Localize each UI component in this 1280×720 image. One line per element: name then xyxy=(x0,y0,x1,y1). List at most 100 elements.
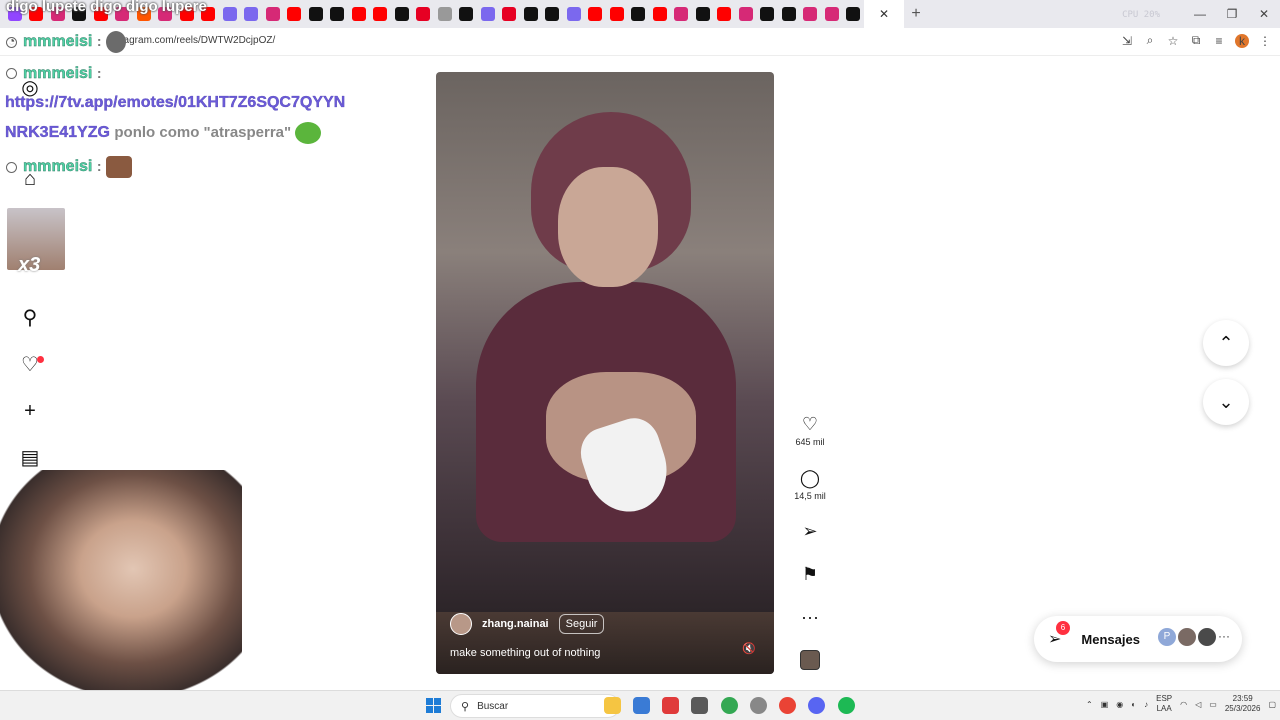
app-icon[interactable] xyxy=(633,697,650,714)
edit-icon[interactable] xyxy=(566,7,581,21)
more-dots-icon[interactable]: ··· xyxy=(790,606,830,628)
tiktok-icon[interactable] xyxy=(846,7,860,21)
youtube-icon[interactable] xyxy=(717,7,731,21)
battery-icon[interactable]: ▭ xyxy=(1209,700,1217,709)
avatar: P xyxy=(1158,628,1176,646)
close-window-icon[interactable]: ✕ xyxy=(1248,7,1280,21)
dashboard-icon[interactable]: ▤ xyxy=(19,447,41,469)
app-icon[interactable] xyxy=(750,697,767,714)
generic-icon[interactable] xyxy=(437,7,452,21)
chat-link[interactable]: NRK3E41YZG xyxy=(5,124,110,141)
previous-reel-button[interactable]: ⌃ xyxy=(1203,320,1249,366)
tiktok-icon[interactable] xyxy=(781,7,796,21)
youtube-icon[interactable] xyxy=(351,7,366,21)
chat-message: NRK3E41YZG ponlo como "atrasperra" xyxy=(5,122,322,144)
taskbar-search[interactable]: ⚲ Buscar xyxy=(450,694,620,718)
messages-send-icon: ➢ 6 xyxy=(1048,621,1070,649)
comment-icon[interactable]: ◯ xyxy=(790,467,830,489)
chrome-icon[interactable] xyxy=(721,697,738,714)
tray-app-icon[interactable]: ◐ xyxy=(1131,700,1136,709)
install-app-icon[interactable]: ⇲ xyxy=(1120,34,1134,48)
youtube-icon[interactable] xyxy=(588,7,602,21)
chat-link[interactable]: https://7tv.app/emotes/01KHT7Z6SQC7QYYN xyxy=(5,94,346,111)
like-action[interactable]: ♡ 645 mil xyxy=(790,413,830,447)
microphone-icon[interactable]: ♪ xyxy=(1144,700,1148,709)
create-plus-icon[interactable]: + xyxy=(19,400,41,422)
follow-button[interactable]: Seguir xyxy=(558,614,605,634)
tiktok-icon[interactable] xyxy=(308,7,323,21)
messages-badge: 6 xyxy=(1056,621,1070,635)
share-action[interactable]: ➢ xyxy=(790,520,830,542)
chrome-icon[interactable] xyxy=(779,697,796,714)
mute-icon[interactable]: 🔇 xyxy=(741,642,757,658)
tray-app-icon[interactable]: ◉ xyxy=(1116,700,1123,709)
instagram-icon[interactable] xyxy=(738,7,753,21)
send-icon[interactable]: ➢ xyxy=(790,520,830,542)
new-tab-button[interactable]: + xyxy=(904,5,928,23)
messages-button[interactable]: ➢ 6 Mensajes P ··· xyxy=(1034,616,1242,662)
tray-chevron-icon[interactable]: ⌃ xyxy=(1086,700,1093,709)
reel-caption: make something out of nothing xyxy=(450,647,601,659)
author-avatar[interactable] xyxy=(450,613,472,635)
tiktok-icon[interactable] xyxy=(523,7,538,21)
zoom-icon[interactable]: ⌕ xyxy=(1143,33,1157,48)
close-tab-icon[interactable]: ✕ xyxy=(879,7,889,21)
url-field[interactable]: instagram.com/reels/DWTW2DcjpOZ/ xyxy=(108,35,275,46)
file-explorer-icon[interactable] xyxy=(604,697,621,714)
restore-icon[interactable]: ❐ xyxy=(1216,7,1248,21)
system-overlay: CPU 20% xyxy=(1122,10,1160,20)
tiktok-icon[interactable] xyxy=(695,7,710,21)
tiktok-icon[interactable] xyxy=(760,7,774,21)
heart-icon[interactable]: ♡ xyxy=(790,413,830,435)
save-action[interactable]: ⚑ xyxy=(790,563,830,585)
avatar xyxy=(1178,628,1196,646)
instagram-icon[interactable] xyxy=(824,7,839,21)
audio-thumbnail[interactable] xyxy=(800,650,820,670)
tiktok-icon[interactable] xyxy=(330,7,344,21)
edit-icon[interactable] xyxy=(244,7,258,21)
instagram-icon[interactable] xyxy=(803,7,817,21)
minimize-icon[interactable]: — xyxy=(1184,7,1216,21)
pinterest-icon[interactable] xyxy=(416,7,430,21)
bookmark-star-icon[interactable]: ☆ xyxy=(1166,34,1180,48)
instagram-icon[interactable] xyxy=(265,7,280,21)
notification-dot xyxy=(37,356,44,363)
store-icon[interactable] xyxy=(691,697,708,714)
tiktok-icon[interactable] xyxy=(459,7,473,21)
comment-action[interactable]: ◯ 14,5 mil xyxy=(790,467,830,501)
windows-start-icon[interactable] xyxy=(426,698,441,713)
volume-icon[interactable]: ◁ xyxy=(1195,700,1201,709)
language-indicator[interactable]: ESP LAA xyxy=(1156,694,1172,714)
youtube-icon[interactable] xyxy=(373,7,387,21)
wifi-icon[interactable]: ◠ xyxy=(1180,700,1187,709)
pinterest-icon[interactable] xyxy=(502,7,516,21)
youtube-icon[interactable] xyxy=(609,7,624,21)
edit-icon[interactable] xyxy=(480,7,495,21)
tiktok-icon[interactable] xyxy=(394,7,409,21)
spotify-icon[interactable] xyxy=(838,697,855,714)
clock[interactable]: 23:59 25/3/2026 xyxy=(1225,694,1261,714)
edit-icon[interactable] xyxy=(222,7,237,21)
tray-app-icon[interactable]: ▣ xyxy=(1101,700,1109,709)
reel-video[interactable]: zhang.nainai Seguir make something out o… xyxy=(436,72,774,674)
extensions-icon[interactable]: ⧉ xyxy=(1189,33,1203,48)
bookmark-icon[interactable]: ⚑ xyxy=(790,563,830,585)
youtube-icon[interactable] xyxy=(287,7,301,21)
youtube-icon[interactable] xyxy=(652,7,667,21)
tiktok-icon[interactable] xyxy=(545,7,559,21)
pepe-emote-icon xyxy=(295,122,322,144)
notifications-icon[interactable]: ▢ xyxy=(1268,700,1276,709)
tiktok-icon[interactable] xyxy=(631,7,645,21)
more-dots-icon[interactable]: ··· xyxy=(1218,629,1230,643)
more-options[interactable]: ··· xyxy=(790,606,830,628)
media-icon[interactable]: ≡ xyxy=(1212,34,1226,48)
profile-avatar-icon[interactable]: k xyxy=(1235,33,1249,48)
active-tab[interactable]: ✕ xyxy=(864,0,904,28)
discord-icon[interactable] xyxy=(808,697,825,714)
next-reel-button[interactable]: ⌄ xyxy=(1203,379,1249,425)
app-icon[interactable] xyxy=(662,697,679,714)
menu-kebab-icon[interactable]: ⋮ xyxy=(1258,34,1272,48)
author-name[interactable]: zhang.nainai xyxy=(482,618,549,630)
instagram-icon[interactable] xyxy=(674,7,688,21)
search-icon[interactable]: ⚲ xyxy=(19,307,41,329)
